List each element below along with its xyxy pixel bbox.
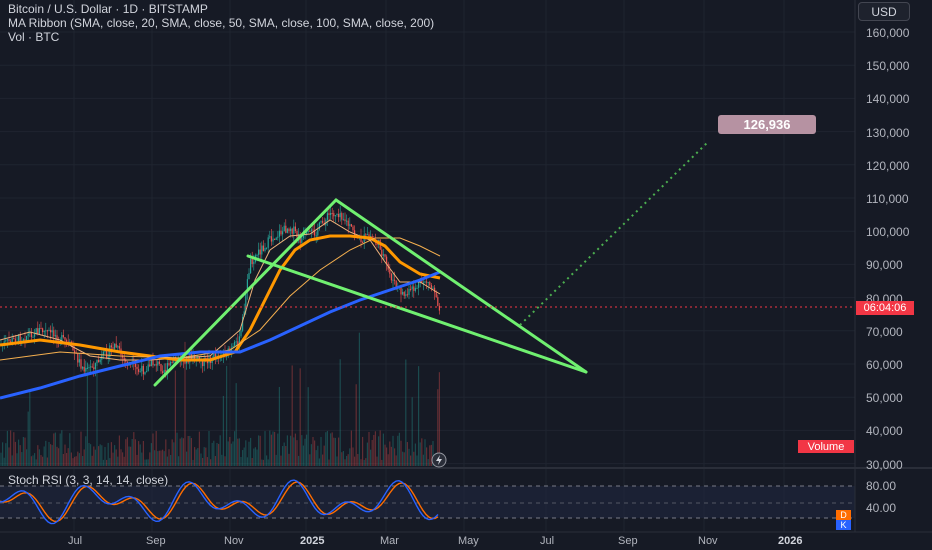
symbol-title[interactable]: Bitcoin / U.S. Dollar · 1D · BITSTAMP [8, 2, 434, 16]
price-tick: 120,000 [866, 158, 910, 173]
volume-axis-tag: Volume [798, 440, 854, 453]
ma-ribbon-legend[interactable]: MA Ribbon (SMA, close, 20, SMA, close, 5… [8, 16, 434, 30]
stoch-d-tag: D [836, 510, 851, 520]
target-price-label[interactable]: 126,936 [718, 115, 816, 134]
time-tick: 2025 [300, 535, 325, 547]
price-tick: 140,000 [866, 92, 910, 107]
price-tick: 60,000 [866, 358, 903, 372]
price-tick: 130,000 [866, 125, 910, 140]
stoch-rsi-band [0, 486, 855, 518]
sma-200-line [0, 270, 441, 400]
time-tick: Sep [146, 535, 166, 547]
price-tick: 150,000 [866, 59, 910, 74]
price-tick: 90,000 [866, 258, 903, 273]
currency-button[interactable]: USD [858, 2, 910, 21]
stoch-rsi-legend[interactable]: Stoch RSI (3, 3, 14, 14, close) [8, 473, 168, 487]
rsi-axis-40: 40.00 [866, 501, 897, 515]
stoch-k-tag: K [836, 520, 851, 530]
time-tick: 2026 [778, 535, 803, 547]
time-tick: Jul [540, 535, 555, 547]
lightning-icon[interactable] [428, 452, 450, 468]
price-tick: 100,000 [866, 225, 910, 240]
time-tick: Mar [380, 535, 399, 547]
trendline-falling[interactable] [334, 198, 588, 374]
time-tick: Jul [68, 535, 83, 547]
time-tick: May [458, 535, 479, 547]
rsi-axis-80: 80.00 [866, 479, 897, 493]
price-tick: 110,000 [866, 192, 909, 206]
price-candles [0, 205, 440, 381]
price-tick: 50,000 [866, 391, 903, 406]
time-tick: Nov [224, 535, 244, 547]
bar-countdown: 06:04:06 [856, 301, 914, 315]
volume-legend[interactable]: Vol · BTC [8, 30, 434, 44]
chart-legend: Bitcoin / U.S. Dollar · 1D · BITSTAMP MA… [8, 2, 434, 44]
price-tick: 160,000 [866, 26, 910, 40]
time-tick: Sep [618, 535, 638, 547]
trendline-rising[interactable] [153, 198, 338, 387]
price-tick: 70,000 [866, 324, 903, 339]
time-tick: Nov [698, 535, 718, 547]
price-tick: 40,000 [866, 424, 903, 439]
chart-canvas[interactable] [0, 0, 932, 550]
price-tick: 30,000 [866, 457, 903, 472]
